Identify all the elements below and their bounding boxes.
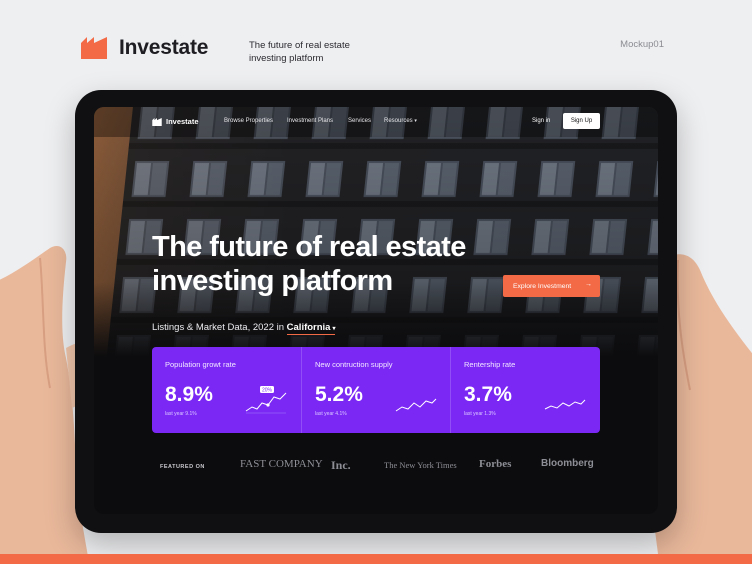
- featured-label: FEATURED ON: [160, 464, 205, 470]
- nav-brand: Investate: [166, 117, 199, 126]
- stat-value: 3.7%: [464, 383, 512, 406]
- stat-card-construction: New contruction supply 5.2% last year 4.…: [301, 347, 450, 433]
- stat-label: Population growt rate: [165, 360, 236, 369]
- bottom-accent-bar: [0, 554, 752, 564]
- nav-item-browse-properties[interactable]: Browse Properties: [224, 118, 273, 124]
- factory-logo-icon: [152, 117, 162, 126]
- state-selector-value: California: [286, 322, 331, 333]
- tablet-device: Investate Browse Properties Investment P…: [75, 90, 677, 533]
- arrow-right-icon: →: [585, 281, 592, 288]
- sparkline-chart: 20%: [245, 386, 287, 414]
- nav-item-resources-label: Resources: [384, 118, 413, 124]
- signin-link[interactable]: Sign in: [532, 118, 550, 124]
- inc-logo: Inc.: [331, 458, 351, 472]
- stat-card-population: Population growt rate 8.9% last year 9.1…: [152, 347, 301, 433]
- explore-investment-label: Explore Investment: [513, 282, 572, 290]
- top-nav: Investate Browse Properties Investment P…: [94, 107, 658, 137]
- fast-company-logo: FAST COMPANY: [240, 458, 323, 470]
- nav-item-resources[interactable]: Resources ▾: [384, 118, 417, 124]
- stat-sub: last year 4.1%: [315, 411, 347, 417]
- sparkline-chart: [544, 399, 586, 410]
- state-selector[interactable]: California ▾: [286, 322, 336, 335]
- sparkline-chart: [395, 398, 437, 412]
- stat-card-rentership: Rentership rate 3.7% last year 1.3%: [450, 347, 599, 433]
- caret-down-icon: ▾: [332, 326, 336, 332]
- stat-sub: last year 1.3%: [464, 411, 496, 417]
- nav-logo[interactable]: Investate: [152, 117, 199, 126]
- hero-title: The future of real estate investing plat…: [152, 231, 466, 297]
- presentation-brand: Investate: [119, 36, 209, 59]
- explore-investment-button[interactable]: Explore Investment →: [503, 275, 600, 297]
- stat-label: New contruction supply: [315, 360, 393, 369]
- presentation-logo: Investate: [81, 36, 208, 60]
- nav-item-services[interactable]: Services: [348, 118, 371, 124]
- nyt-logo: The New York Times: [384, 460, 457, 470]
- signup-button[interactable]: Sign Up: [563, 113, 600, 129]
- bloomberg-logo: Bloomberg: [541, 458, 594, 469]
- stat-value: 8.9%: [165, 383, 213, 406]
- tablet-screen: Investate Browse Properties Investment P…: [94, 107, 658, 514]
- presentation-tagline: The future of real estate investing plat…: [249, 40, 350, 64]
- nav-item-investment-plans[interactable]: Investment Plans: [287, 118, 333, 124]
- mockup-label: Mockup01: [620, 39, 664, 50]
- factory-logo-icon: [81, 37, 107, 59]
- stat-sub: last year 9.1%: [165, 411, 197, 417]
- stats-panel: Population growt rate 8.9% last year 9.1…: [152, 347, 600, 433]
- sparkline-badge: 20%: [262, 388, 273, 394]
- stat-label: Rentership rate: [464, 360, 516, 369]
- listing-line: Listings & Market Data, 2022 in Californ…: [152, 322, 336, 335]
- forbes-logo: Forbes: [479, 458, 512, 470]
- chevron-down-icon: ▾: [414, 118, 417, 124]
- stat-value: 5.2%: [315, 383, 363, 406]
- listing-prefix: Listings & Market Data, 2022 in: [152, 322, 285, 333]
